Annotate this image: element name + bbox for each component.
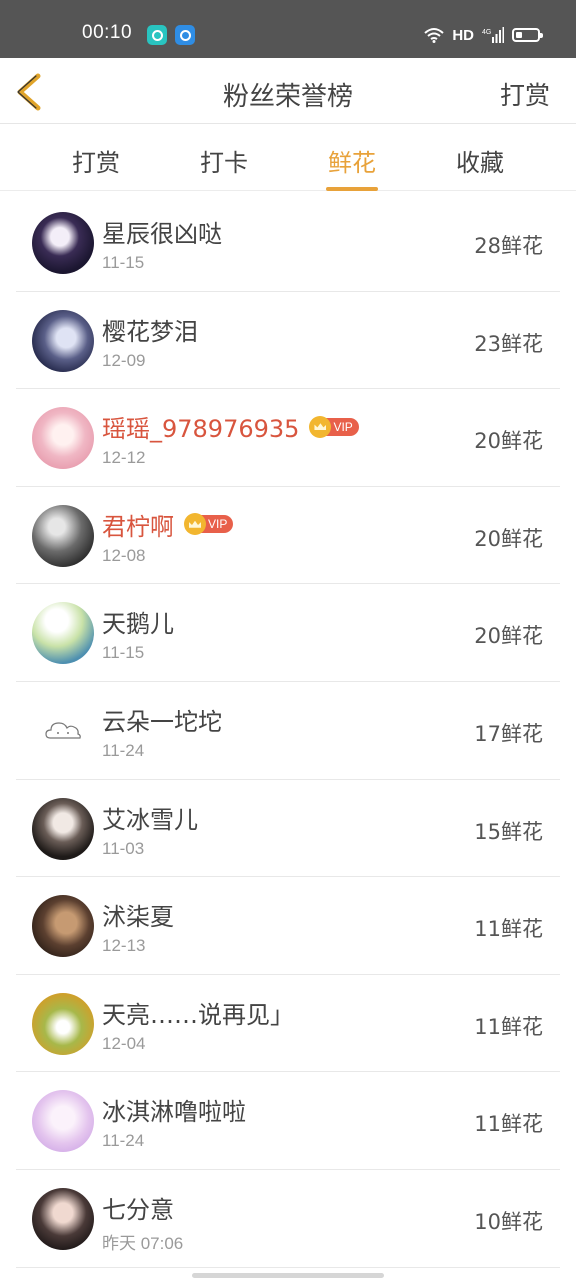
tab-favorites[interactable]: 收藏 [430, 143, 530, 178]
signal-4g-icon: 4G [482, 27, 504, 43]
cloud-icon [45, 722, 81, 739]
flower-count: 10鲜花 [474, 1209, 543, 1234]
fan-row[interactable]: 天鹅儿 11-15 20鲜花 [16, 584, 560, 682]
fan-name-text: 冰淇淋噜啦啦 [102, 1098, 246, 1127]
fan-date: 11-03 [102, 838, 145, 858]
fan-row[interactable]: 君柠啊 VIP 12-08 20鲜花 [16, 487, 560, 585]
vip-badge: VIP [184, 513, 234, 536]
crown-icon [309, 415, 332, 438]
status-time: 00:10 [82, 22, 133, 43]
fan-row[interactable]: 云朵一坨坨 11-24 17鲜花 [16, 682, 560, 780]
battery-icon [512, 28, 543, 42]
tab-flowers-label: 鲜花 [328, 149, 376, 177]
tab-checkin[interactable]: 打卡 [174, 143, 274, 178]
fan-name: 冰淇淋噜啦啦 [102, 1092, 246, 1127]
tab-bar: 打赏 打卡 鲜花 收藏 [0, 125, 576, 191]
flower-count: 20鲜花 [474, 429, 543, 454]
home-indicator [192, 1273, 384, 1278]
avatar[interactable] [32, 504, 94, 567]
status-indicators: HD 4G [424, 24, 543, 46]
fan-date: 12-08 [102, 545, 146, 565]
fan-date: 11-24 [102, 740, 145, 760]
tab-reward[interactable]: 打赏 [46, 143, 146, 178]
fan-name: 星辰很凶哒 [102, 214, 222, 249]
fan-date: 12-09 [102, 350, 146, 370]
hd-indicator: HD [452, 26, 474, 44]
fan-name-text: 天鹅儿 [102, 610, 174, 639]
fan-name-text: 云朵一坨坨 [102, 707, 222, 736]
flower-count: 11鲜花 [474, 917, 543, 942]
fan-name-text: 君柠啊 [102, 512, 174, 541]
fan-row[interactable]: 七分意昨天 07:06 10鲜花 [16, 1170, 560, 1268]
fan-name-text: 瑶瑶_978976935 [102, 415, 300, 444]
flower-count: 20鲜花 [474, 526, 543, 551]
svg-text:4G: 4G [482, 29, 491, 36]
flower-count: 28鲜花 [474, 234, 543, 258]
tab-flowers[interactable]: 鲜花 [302, 143, 402, 191]
flower-count: 17鲜花 [474, 721, 543, 746]
avatar[interactable] [32, 797, 94, 860]
fan-name: 云朵一坨坨 [102, 702, 222, 737]
fan-date: 12-12 [102, 448, 146, 468]
avatar[interactable] [32, 992, 94, 1055]
status-bar: 00:10 HD 4G [0, 0, 576, 58]
fan-date: 11-15 [102, 643, 145, 663]
wifi-icon [424, 28, 444, 43]
fan-name: 沭柒夏 [102, 897, 174, 932]
flower-count: 11鲜花 [474, 1112, 543, 1137]
avatar[interactable] [32, 309, 94, 372]
fan-list: 星辰很凶哒 11-15 28鲜花樱花梦泪 12-09 23鲜花瑶瑶_978976935 V… [16, 194, 560, 1268]
active-tab-indicator [326, 187, 378, 191]
fan-name-text: 天亮……说再见」 [102, 1000, 294, 1029]
flower-count: 11鲜花 [474, 1014, 543, 1039]
avatar[interactable] [32, 407, 94, 470]
fan-row[interactable]: 艾冰雪儿 11-03 15鲜花 [16, 780, 560, 878]
avatar[interactable] [32, 1090, 94, 1153]
fan-row[interactable]: 星辰很凶哒 11-15 28鲜花 [16, 194, 560, 292]
fan-name-text: 星辰很凶哒 [102, 220, 222, 248]
fan-row[interactable]: 沭柒夏 12-13 11鲜花 [16, 877, 560, 975]
vip-badge: VIP [309, 415, 359, 438]
fan-name-text: 沭柒夏 [102, 903, 174, 932]
fan-date: 12-13 [102, 936, 146, 956]
fan-name: 瑶瑶_978976935 VIP [102, 409, 359, 444]
fan-row[interactable]: 冰淇淋噜啦啦 11-24 11鲜花 [16, 1072, 560, 1170]
fan-date: 11-24 [102, 1131, 145, 1151]
notification-app-icon [147, 25, 167, 45]
avatar[interactable] [32, 895, 94, 958]
fan-name-text: 七分意 [102, 1195, 174, 1224]
reward-button[interactable]: 打赏 [500, 76, 550, 112]
avatar[interactable] [32, 699, 94, 762]
fan-name: 君柠啊 VIP [102, 507, 234, 542]
flower-count: 15鲜花 [474, 819, 543, 844]
fan-date: 12-04 [102, 1033, 146, 1053]
flower-count: 23鲜花 [474, 331, 543, 356]
fan-name: 七分意 [102, 1190, 174, 1225]
avatar[interactable] [32, 602, 94, 665]
fan-date: 11-15 [102, 253, 145, 272]
fan-name: 天亮……说再见」 [102, 995, 294, 1030]
fan-row[interactable]: 天亮……说再见」 12-04 11鲜花 [16, 975, 560, 1073]
fan-name: 樱花梦泪 [102, 312, 198, 347]
flower-count: 20鲜花 [474, 624, 543, 649]
fan-name-text: 艾冰雪儿 [102, 805, 198, 834]
avatar[interactable] [32, 212, 94, 274]
fan-name: 天鹅儿 [102, 604, 174, 639]
fan-row[interactable]: 瑶瑶_978976935 VIP 12-12 20鲜花 [16, 389, 560, 487]
fan-name: 艾冰雪儿 [102, 800, 198, 835]
avatar[interactable] [32, 1187, 94, 1250]
fan-row[interactable]: 樱花梦泪 12-09 23鲜花 [16, 292, 560, 390]
nav-bar: 粉丝荣誉榜 打赏 [0, 58, 576, 124]
page-title: 粉丝荣誉榜 [222, 82, 353, 112]
notification-app-icon [175, 25, 195, 45]
fan-date: 昨天 07:06 [102, 1233, 184, 1253]
fan-name-text: 樱花梦泪 [102, 317, 198, 346]
